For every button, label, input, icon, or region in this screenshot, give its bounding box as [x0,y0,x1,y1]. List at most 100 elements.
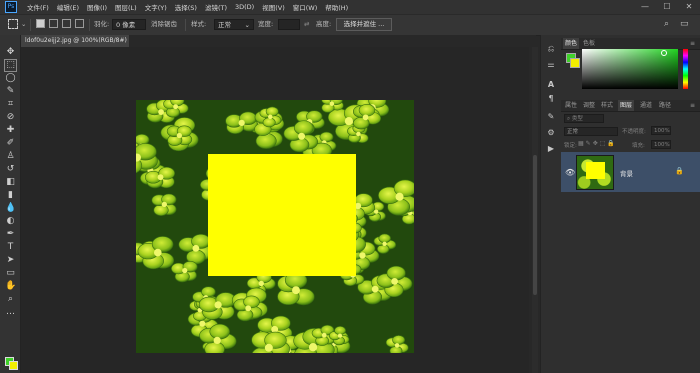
menu-bar: Ps 文件(F) 编辑(E) 图像(I) 图层(L) 文字(Y) 选择(S) 滤… [0,0,700,14]
gradient-tool-icon[interactable]: ▮ [5,190,16,201]
panel-menu-icon[interactable]: ≡ [688,38,697,49]
tab-layers[interactable]: 图层 [618,100,635,111]
eyedropper-tool-icon[interactable]: ⊘ [5,112,16,123]
workspace-icon[interactable]: ▭ [680,19,689,30]
document-tab[interactable]: ldof0u2eijj2.jpg @ 100%(RGB/8#) * × [21,35,129,56]
brush-settings-icon[interactable]: ✎ [545,111,557,123]
tab-swatches[interactable]: 色板 [581,38,597,49]
yellow-filled-selection[interactable] [208,154,356,276]
leaf-cluster [233,295,263,322]
eraser-tool-icon[interactable]: ◧ [5,177,16,188]
options-bar: ⌄ 羽化: 0 像素 消除锯齿 样式: 正常 ⌄ 宽度: ⇄ 高度: 选择并遮住 … [0,14,700,36]
menu-3d[interactable]: 3D(D) [231,3,258,11]
menu-edit[interactable]: 编辑(E) [53,2,83,12]
style-label: 样式: [191,20,207,28]
menu-window[interactable]: 窗口(W) [289,2,322,12]
layers-panel-tabbar: 属性 调整 样式 图层 通道 路径 ≡ [561,100,700,112]
menu-filter[interactable]: 滤镜(T) [201,2,231,12]
character-panel-icon[interactable]: A [545,79,557,91]
photoshop-logo: Ps [5,1,17,13]
tab-color[interactable]: 颜色 [563,38,580,49]
layer-kind-filter[interactable]: ⌕ 类型 [564,114,604,123]
opacity-label: 不透明度: [622,129,646,135]
visibility-eye-icon[interactable]: 👁 [565,168,575,177]
leaf-cluster [151,193,177,216]
menu-help[interactable]: 帮助(H) [321,2,352,12]
select-and-mask-button[interactable]: 选择并遮住 ... [336,18,392,31]
tab-adjustments[interactable]: 调整 [581,100,597,111]
adjust-panel-icon[interactable]: ⚌ [545,59,557,71]
opacity-input[interactable]: 100% [651,126,671,135]
lasso-tool-icon[interactable]: ◯ [5,73,16,84]
leaf-cluster [225,111,259,134]
brush-tool-icon[interactable]: ✐ [5,138,16,149]
tab-styles[interactable]: 样式 [599,100,615,111]
lock-label: 锁定: [564,143,577,149]
actions-play-icon[interactable]: ▶ [545,143,557,155]
swap-dimensions-icon[interactable]: ⇄ [304,19,309,30]
more-tools-icon[interactable]: … [5,307,16,318]
minimize-button[interactable]: — [636,0,654,14]
tab-channels[interactable]: 通道 [638,100,654,111]
menu-layer[interactable]: 图层(L) [111,2,141,12]
layers-menu-icon[interactable]: ≡ [688,100,697,111]
width-label: 宽度: [258,20,274,28]
pen-tool-icon[interactable]: ✒ [5,229,16,240]
layer-name[interactable]: 背景 [620,168,633,178]
layer-thumbnail-selection [586,162,605,179]
hand-tool-icon[interactable]: ✋ [5,281,16,292]
spot-healing-tool-icon[interactable]: ✚ [5,125,16,136]
new-selection-mode-icon[interactable] [36,19,45,28]
shape-tool-icon[interactable]: ▭ [5,268,16,279]
subtract-selection-mode-icon[interactable] [62,19,71,28]
search-icon[interactable]: ⌕ [664,19,669,30]
crop-tool-icon[interactable]: ⌗ [5,99,16,110]
paragraph-panel-icon[interactable]: ¶ [545,93,557,105]
tab-properties[interactable]: 属性 [563,100,579,111]
menu-image[interactable]: 图像(I) [83,2,111,12]
chevron-down-icon[interactable]: ⌄ [21,19,26,30]
tab-paths[interactable]: 路径 [657,100,673,111]
history-brush-tool-icon[interactable]: ↺ [5,164,16,175]
intersect-selection-mode-icon[interactable] [75,19,84,28]
clone-stamp-tool-icon[interactable]: ♙ [5,151,16,162]
move-tool-icon[interactable]: ✥ [5,47,16,58]
collapsed-panel-strip: ⎌ ⚌ A ¶ ✎ ⚙ ▶ [540,35,562,373]
close-window-button[interactable]: ✕ [680,0,698,14]
height-label: 高度: [316,20,332,28]
layer-lock-icon: 🔒 [675,167,684,175]
blur-tool-icon[interactable]: 💧 [5,203,16,214]
menu-view[interactable]: 视图(V) [258,2,289,12]
leaf-cluster [251,331,290,353]
color-picker-cursor[interactable] [661,50,667,56]
maximize-button[interactable]: ☐ [658,0,676,14]
zoom-tool-icon[interactable]: ⌕ [5,294,16,305]
style-select[interactable]: 正常 ⌄ [214,19,254,30]
path-selection-tool-icon[interactable]: ➤ [5,255,16,266]
rectangular-marquee-tool-icon[interactable]: ⬚ [4,59,17,72]
antialias-checkbox[interactable]: 消除锯齿 [151,19,177,30]
background-color-swatch[interactable] [9,361,18,370]
menu-type[interactable]: 文字(Y) [141,2,171,12]
tools-panel: ✥ ⬚ ◯ ✎ ⌗ ⊘ ✚ ✐ ♙ ↺ ◧ ▮ 💧 ◐ ✒ T ➤ ▭ ✋ ⌕ … [0,35,21,373]
width-input[interactable] [278,19,300,30]
lock-icons[interactable]: ▦✎✥⬚🔒 [578,140,617,147]
dodge-tool-icon[interactable]: ◐ [5,216,16,227]
marquee-preset-icon[interactable] [8,19,18,29]
hue-slider[interactable] [683,49,688,89]
fill-label: 填充: [632,143,645,149]
quick-selection-tool-icon[interactable]: ✎ [5,86,16,97]
tool-presets-icon[interactable]: ⚙ [545,127,557,139]
add-selection-mode-icon[interactable] [49,19,58,28]
scrollbar-thumb[interactable] [533,155,537,295]
type-tool-icon[interactable]: T [5,242,16,253]
feather-input[interactable]: 0 像素 [112,19,146,30]
history-panel-icon[interactable]: ⎌ [545,43,557,55]
blend-mode-select[interactable]: 正常 [564,127,618,136]
fill-input[interactable]: 100% [651,140,671,149]
menu-select[interactable]: 选择(S) [171,2,201,12]
panel-background-swatch[interactable] [570,58,580,68]
leaf-cluster [166,125,193,146]
feather-label: 羽化: [94,20,110,28]
menu-file[interactable]: 文件(F) [23,2,53,12]
